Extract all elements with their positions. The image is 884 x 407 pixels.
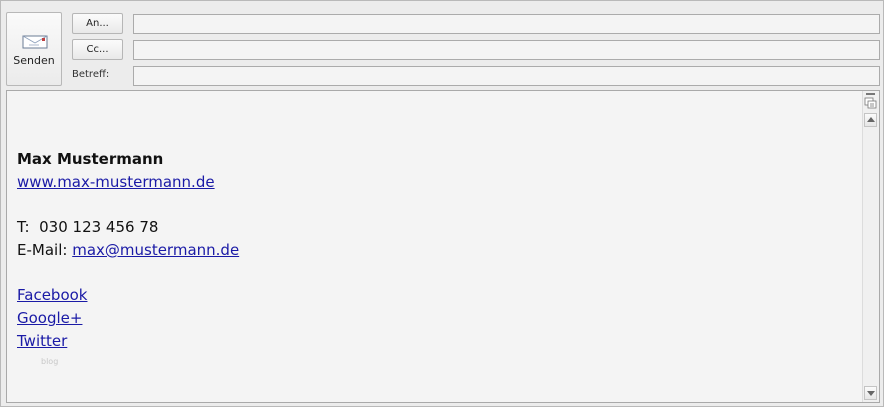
cc-input[interactable]	[133, 40, 880, 60]
to-button[interactable]: An...	[72, 13, 123, 34]
message-body[interactable]: Max Mustermann www.max-mustermann.de T: …	[6, 90, 880, 403]
compose-window: Senden An... Cc... Betreff: Max Musterma…	[0, 0, 884, 407]
twitter-link[interactable]: Twitter	[17, 332, 67, 350]
send-button[interactable]: Senden	[6, 12, 62, 86]
subject-label: Betreff:	[72, 69, 110, 80]
facebook-link[interactable]: Facebook	[17, 286, 87, 304]
cc-button[interactable]: Cc...	[72, 39, 123, 60]
googleplus-link[interactable]: Google+	[17, 309, 82, 327]
vertical-scrollbar[interactable]	[862, 91, 879, 402]
chevron-up-icon[interactable]	[864, 113, 877, 127]
envelope-send-icon	[22, 35, 48, 49]
email-link[interactable]: max@mustermann.de	[72, 241, 239, 259]
scroll-options-icon[interactable]	[864, 97, 877, 109]
send-label: Senden	[13, 54, 55, 67]
signature-block: Max Mustermann www.max-mustermann.de T: …	[17, 148, 239, 353]
phone-label: T:	[17, 218, 30, 236]
blog-placeholder-text: blog	[41, 357, 59, 366]
subject-input[interactable]	[133, 66, 880, 86]
email-line: E-Mail: max@mustermann.de	[17, 239, 239, 262]
website-link[interactable]: www.max-mustermann.de	[17, 173, 215, 191]
signature-name: Max Mustermann	[17, 150, 164, 168]
split-handle[interactable]	[866, 93, 875, 95]
phone-line: T: 030 123 456 78	[17, 216, 239, 239]
email-label: E-Mail:	[17, 241, 68, 259]
chevron-down-icon[interactable]	[864, 386, 877, 400]
phone-number: 030 123 456 78	[39, 218, 159, 236]
to-input[interactable]	[133, 14, 880, 34]
